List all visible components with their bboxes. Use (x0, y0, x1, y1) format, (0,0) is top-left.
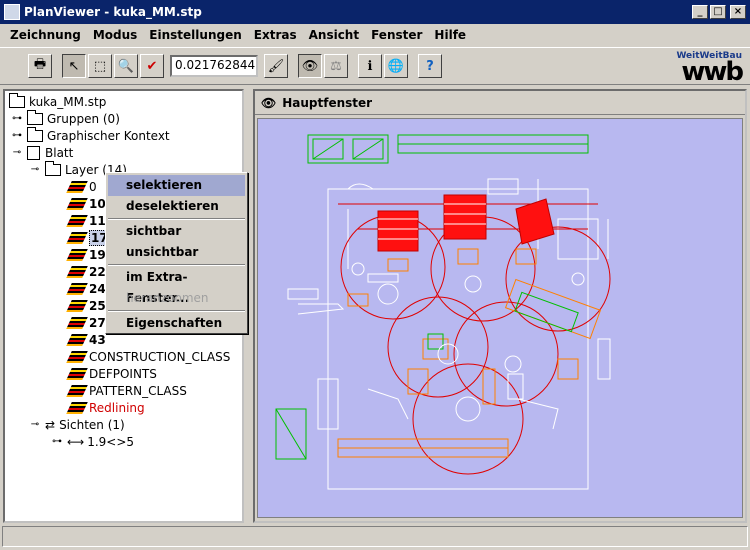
scales-icon[interactable]: ⚖ (324, 54, 348, 78)
layer-icon (66, 265, 88, 278)
layer-item[interactable]: 0 (66, 178, 97, 195)
layer-icon (66, 401, 88, 414)
info-icon[interactable]: ℹ (358, 54, 382, 78)
layer-icon (66, 350, 88, 363)
menu-separator (108, 264, 245, 266)
folder-icon (27, 126, 43, 142)
menu-extras[interactable]: Extras (248, 28, 303, 42)
folder-icon (45, 160, 61, 176)
minimize-button[interactable]: _ (692, 5, 708, 19)
help-icon[interactable]: ? (418, 54, 442, 78)
collapse-handle-icon[interactable]: ⊸ (11, 147, 23, 159)
drawing-canvas[interactable] (257, 118, 743, 518)
close-button[interactable]: × (730, 5, 746, 19)
select-box-icon[interactable]: ⬚ (88, 54, 112, 78)
ctx-heranzoomen: heranzoomen (126, 291, 209, 305)
tree-sichten[interactable]: ⊸ ⇄ Sichten (1) (29, 416, 125, 433)
status-bar (2, 526, 748, 547)
menu-separator (108, 218, 245, 220)
menu-hilfe[interactable]: Hilfe (428, 28, 472, 42)
check-icon[interactable]: ✔ (140, 54, 164, 78)
menu-bar: Zeichnung Modus Einstellungen Extras Ans… (0, 24, 750, 46)
app-icon (4, 4, 20, 20)
layer-icon (66, 248, 88, 261)
print-icon[interactable]: 🖶 (28, 54, 52, 78)
view-header: 👁 Hauptfenster (255, 91, 745, 115)
expand-handle-icon[interactable]: ⊶ (51, 436, 63, 448)
ctx-deselektieren[interactable]: deselektieren (108, 196, 245, 217)
tree-root[interactable]: kuka_MM.stp (9, 92, 106, 110)
layer-icon (66, 282, 88, 295)
menu-fenster[interactable]: Fenster (365, 28, 428, 42)
layer-icon (66, 214, 88, 227)
layer-item[interactable]: 43 (66, 331, 106, 348)
cad-drawing (275, 134, 611, 490)
layer-icon (66, 231, 88, 244)
ctx-selektieren[interactable]: selektieren (108, 175, 245, 196)
layer-item[interactable]: 25 (66, 297, 106, 314)
ctx-extra-fenster[interactable]: im Extra-Fenster... (108, 267, 245, 305)
ctx-unsichtbar[interactable]: unsichtbar (108, 242, 245, 263)
menu-ansicht[interactable]: Ansicht (303, 28, 365, 42)
brush-icon[interactable]: 🖌 (264, 54, 288, 78)
zoom-icon[interactable]: 🔍 (114, 54, 138, 78)
tree-gruppen[interactable]: ⊶ Gruppen (0) (11, 109, 120, 127)
menu-zeichnung[interactable]: Zeichnung (4, 28, 87, 42)
menu-separator (108, 310, 245, 312)
ctx-eigenschaften[interactable]: Eigenschaften (108, 313, 245, 334)
expand-handle-icon[interactable]: ⊶ (11, 113, 23, 125)
ctx-sichtbar[interactable]: sichtbar (108, 221, 245, 242)
layer-item[interactable]: 19 (66, 246, 106, 263)
layer-item[interactable]: DEFPOINTS (66, 365, 157, 382)
collapse-handle-icon[interactable]: ⊸ (29, 164, 41, 176)
globe-icon[interactable]: 🌐 (384, 54, 408, 78)
context-menu: selektieren deselektieren sichtbar unsic… (105, 172, 248, 334)
maximize-button[interactable]: □ (710, 5, 726, 19)
tree-sicht[interactable]: ⊶ ⟷ 1.9<>5 (51, 433, 134, 450)
zoom-input[interactable]: 0.021762844 (170, 55, 258, 77)
layer-icon (66, 299, 88, 312)
layer-icon (66, 316, 88, 329)
expand-handle-icon[interactable]: ⊶ (11, 130, 23, 142)
layer-item[interactable]: CONSTRUCTION_CLASS (66, 348, 230, 365)
layer-icon (66, 197, 88, 210)
tree-kontext[interactable]: ⊶ Graphischer Kontext (11, 126, 170, 144)
collapse-handle-icon[interactable]: ⊸ (29, 419, 41, 431)
menu-einstellungen[interactable]: Einstellungen (143, 28, 247, 42)
layer-icon (66, 384, 88, 397)
views-icon: ⇄ (45, 417, 56, 432)
menu-modus[interactable]: Modus (87, 28, 143, 42)
pointer-icon[interactable]: ↖ (62, 54, 86, 78)
layer-icon (66, 180, 88, 193)
main-view-panel: 👁 Hauptfenster (253, 89, 747, 523)
layer-item[interactable]: 11 (66, 212, 106, 229)
layer-item-selected[interactable]: 17 (66, 229, 110, 246)
folder-icon (27, 109, 43, 125)
layer-icon (66, 333, 88, 346)
layer-item[interactable]: Redlining (66, 399, 145, 416)
toolbar: 🖶 ↖ ⬚ 🔍 ✔ 0.021762844 🖌 👁 ⚖ ℹ 🌐 ? WeitWe… (0, 47, 750, 85)
layer-item[interactable]: 24 (66, 280, 106, 297)
document-icon (27, 145, 40, 160)
layer-item[interactable]: 27 (66, 314, 106, 331)
tree-blatt[interactable]: ⊸ Blatt (11, 144, 73, 161)
view-arrow-icon: ⟷ (67, 434, 85, 449)
folder-icon (9, 92, 25, 108)
layer-icon (66, 367, 88, 380)
binoculars-icon: 👁 (261, 95, 277, 110)
layer-item[interactable]: PATTERN_CLASS (66, 382, 187, 399)
binoculars-icon[interactable]: 👁 (298, 54, 322, 78)
window-title: PlanViewer - kuka_MM.stp (24, 5, 202, 19)
layer-item[interactable]: 10 (66, 195, 106, 212)
wwb-logo: WeitWeitBau wwb (676, 51, 744, 87)
layer-item[interactable]: 22 (66, 263, 106, 280)
title-bar: PlanViewer - kuka_MM.stp _ □ × (0, 0, 750, 24)
